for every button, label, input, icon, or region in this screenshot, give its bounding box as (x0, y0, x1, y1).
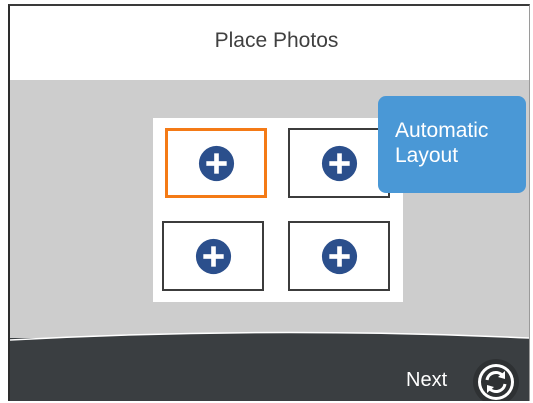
automatic-layout-label-line1: Automatic (395, 119, 489, 142)
plus-circle-icon (321, 145, 357, 181)
plus-circle-icon (195, 238, 231, 274)
plus-circle-icon (198, 145, 234, 181)
layout-canvas: Automatic Layout (10, 80, 529, 344)
printer-screen: Place Photos Automatic Layout Next (8, 4, 530, 401)
next-button[interactable]: Next (406, 369, 447, 392)
plus-circle-icon (321, 238, 357, 274)
photo-slot-2[interactable] (288, 128, 390, 198)
photo-slot-4[interactable] (288, 221, 390, 291)
footer-curve-divider (10, 331, 529, 350)
automatic-layout-button[interactable]: Automatic Layout (378, 96, 526, 193)
automatic-layout-label-line2: Layout (395, 144, 459, 167)
refresh-icon (478, 364, 514, 400)
photo-slot-3[interactable] (162, 221, 264, 291)
refresh-button[interactable] (473, 359, 519, 401)
header-bar: Place Photos (10, 6, 529, 80)
photo-slot-1[interactable] (165, 128, 267, 198)
photo-layout-sheet (153, 118, 403, 302)
page-title: Place Photos (214, 29, 339, 52)
